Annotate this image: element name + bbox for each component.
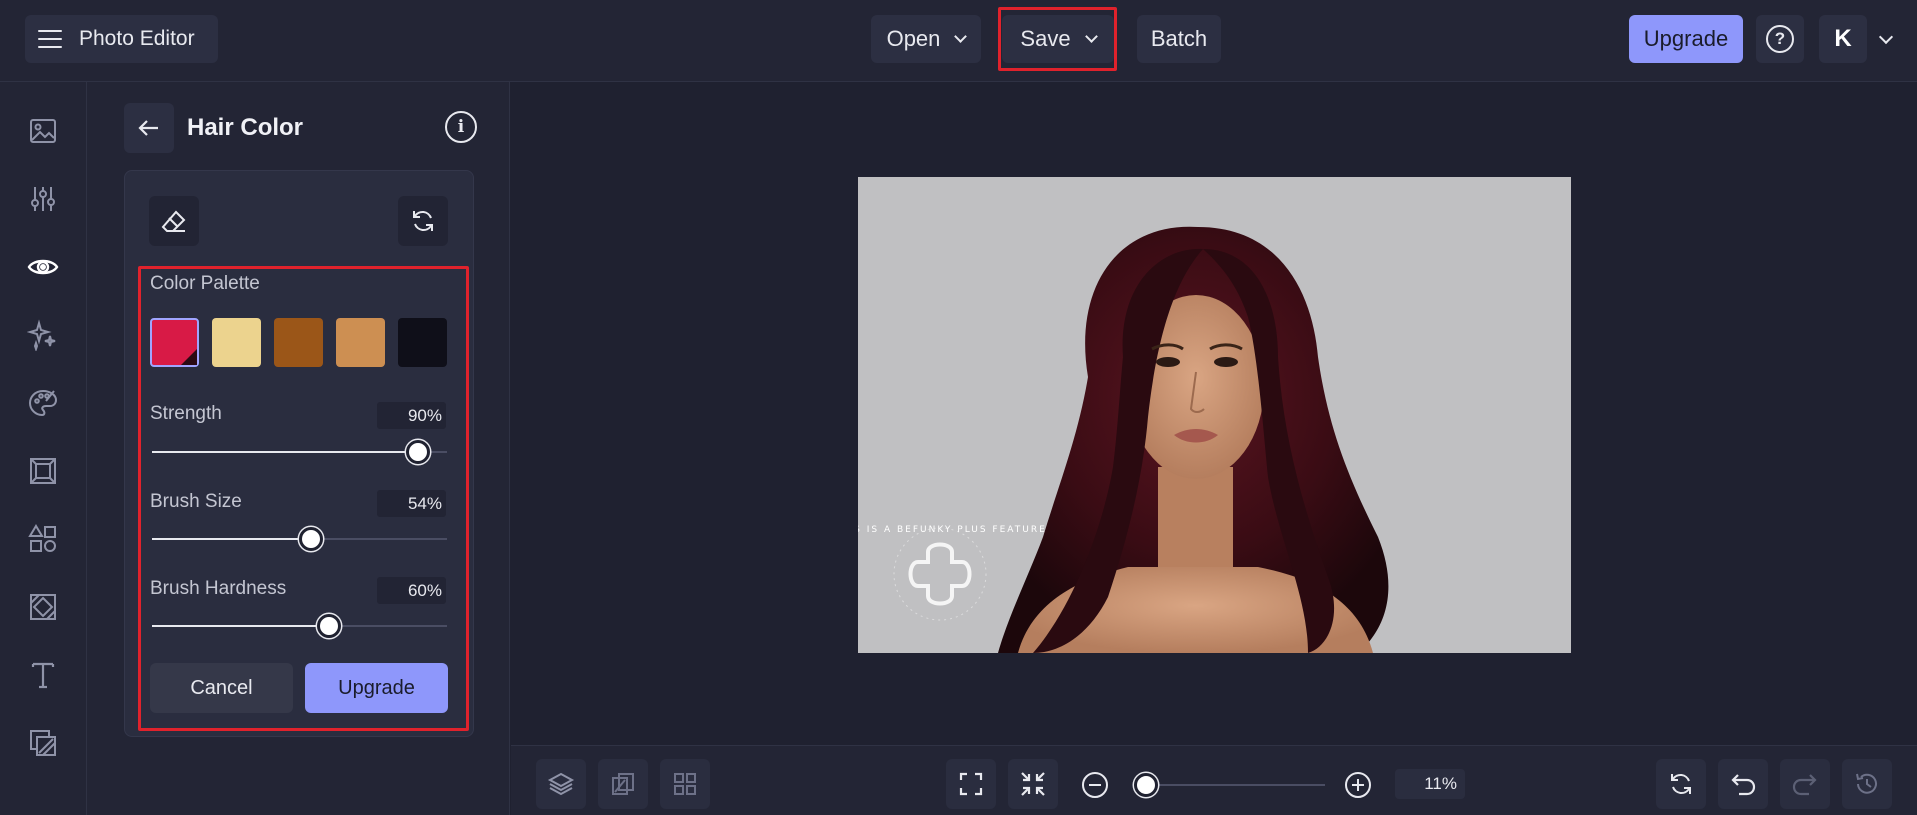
- strength-slider-thumb[interactable]: [405, 440, 430, 464]
- compare-icon: [612, 773, 634, 795]
- app-menu-button[interactable]: Photo Editor: [25, 15, 218, 63]
- compare-button[interactable]: [598, 759, 648, 809]
- hamburger-icon: [38, 30, 62, 48]
- chevron-down-icon: [1084, 29, 1098, 43]
- open-button[interactable]: Open: [871, 15, 981, 63]
- brush-size-label: Brush Size: [150, 491, 242, 512]
- strength-label: Strength: [150, 403, 222, 424]
- rail-sliders-icon[interactable]: [22, 178, 64, 220]
- undo-icon: [1731, 774, 1756, 796]
- brush-hardness-slider-fill: [152, 625, 329, 627]
- rail-eye-icon[interactable]: [22, 246, 64, 288]
- layers-button[interactable]: [536, 759, 586, 809]
- back-button[interactable]: [124, 103, 174, 153]
- watermark-text: THIS IS A BEFUNKY PLUS FEATURE: [858, 525, 1047, 535]
- redo-button[interactable]: [1780, 759, 1830, 809]
- zoom-value[interactable]: 11%: [1395, 769, 1465, 799]
- account-chevron-icon[interactable]: [1878, 29, 1894, 45]
- history-button[interactable]: [1842, 759, 1892, 809]
- app-title: Photo Editor: [79, 27, 195, 50]
- top-bar: Photo Editor Open Save Batch Upgrade ? K: [0, 0, 1917, 82]
- brush-hardness-label: Brush Hardness: [150, 578, 287, 599]
- panel-title: Hair Color: [187, 114, 304, 141]
- help-icon: ?: [1766, 25, 1794, 53]
- zoom-in-icon[interactable]: [1345, 772, 1371, 798]
- swatch-brown[interactable]: [274, 318, 323, 367]
- upgrade-button[interactable]: Upgrade: [305, 663, 448, 713]
- fit-screen-button[interactable]: [1008, 759, 1058, 809]
- batch-label: Batch: [1150, 26, 1208, 51]
- rail-shapes-icon[interactable]: [22, 518, 64, 560]
- chevron-down-icon: [954, 29, 968, 43]
- zoom-slider-track[interactable]: [1142, 784, 1325, 786]
- left-rail: [0, 82, 87, 815]
- help-button[interactable]: ?: [1756, 15, 1804, 63]
- swatch-red[interactable]: [150, 318, 199, 367]
- swatch-black[interactable]: [398, 318, 447, 367]
- undo-button[interactable]: [1718, 759, 1768, 809]
- save-button[interactable]: Save: [1002, 15, 1114, 63]
- batch-button[interactable]: Batch: [1137, 15, 1221, 63]
- zoom-slider-thumb[interactable]: [1133, 773, 1158, 797]
- grid-button[interactable]: [660, 759, 710, 809]
- fullscreen-button[interactable]: [946, 759, 996, 809]
- open-label: Open: [886, 26, 941, 51]
- rotate-button[interactable]: [1656, 759, 1706, 809]
- rail-collage-icon[interactable]: [22, 722, 64, 764]
- portrait-image: THIS IS A BEFUNKY PLUS FEATURE: [858, 177, 1571, 653]
- avatar[interactable]: K: [1819, 15, 1867, 63]
- redo-icon: [1792, 774, 1817, 796]
- refresh-icon: [1671, 774, 1691, 794]
- rail-frame-icon[interactable]: [22, 450, 64, 492]
- color-palette-label: Color Palette: [150, 273, 260, 294]
- brush-hardness-slider-thumb[interactable]: [317, 614, 341, 638]
- rail-sparkle-icon[interactable]: [22, 314, 64, 356]
- reset-button[interactable]: [398, 196, 448, 246]
- expand-icon: [959, 772, 983, 796]
- upgrade-top-button[interactable]: Upgrade: [1629, 15, 1743, 63]
- grid-icon: [674, 773, 696, 795]
- history-icon: [1856, 773, 1877, 794]
- compress-icon: [1021, 772, 1045, 796]
- refresh-icon: [413, 211, 433, 231]
- brush-hardness-value[interactable]: 60%: [377, 577, 446, 604]
- save-label: Save: [1020, 26, 1071, 51]
- rail-palette-icon[interactable]: [22, 382, 64, 424]
- info-icon[interactable]: i: [445, 111, 477, 143]
- photo-canvas[interactable]: THIS IS A BEFUNKY PLUS FEATURE: [858, 177, 1571, 653]
- strength-slider-fill: [152, 451, 418, 453]
- rail-texture-icon[interactable]: [22, 586, 64, 628]
- cancel-button[interactable]: Cancel: [150, 663, 293, 713]
- eraser-button[interactable]: [149, 196, 199, 246]
- strength-value[interactable]: 90%: [377, 402, 446, 429]
- eraser-icon: [161, 210, 186, 232]
- brush-size-slider-fill: [152, 538, 312, 540]
- bottom-bar: [511, 745, 1917, 815]
- brush-size-value[interactable]: 54%: [377, 490, 446, 517]
- zoom-out-icon[interactable]: [1082, 772, 1108, 798]
- rail-image-icon[interactable]: [22, 110, 64, 152]
- swatch-blonde[interactable]: [212, 318, 261, 367]
- swatch-caramel[interactable]: [336, 318, 385, 367]
- layers-icon: [547, 772, 575, 796]
- arrow-left-icon: [138, 120, 158, 136]
- rail-text-icon[interactable]: [22, 654, 64, 696]
